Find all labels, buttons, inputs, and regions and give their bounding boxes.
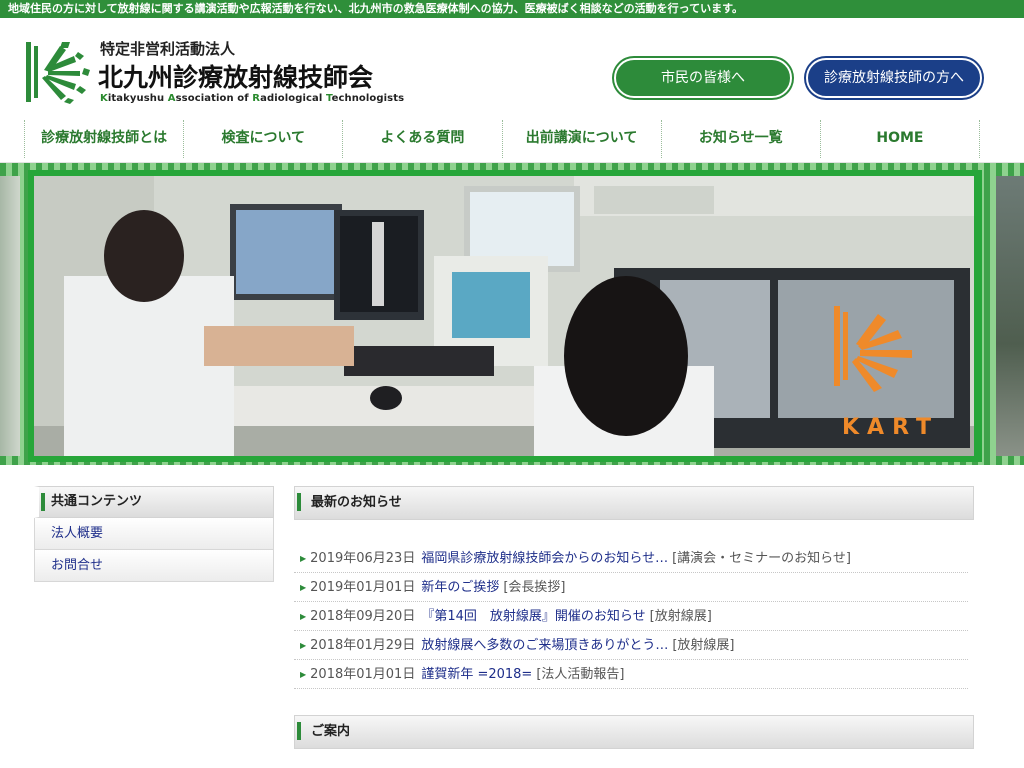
technologist-button[interactable]: 診療放射線技師の方へ: [806, 58, 982, 98]
news-title-link[interactable]: 謹賀新年 =2018=: [421, 667, 532, 682]
kart-logo-icon[interactable]: [22, 40, 92, 104]
triangle-right-icon: ▶: [300, 612, 307, 621]
nav-home[interactable]: HOME: [819, 120, 981, 158]
hero-illustration: KART: [34, 176, 974, 456]
news-list: ▶ 2019年06月23日 福岡県診療放射線技師会からのお知らせ… [講演会・セミナー…: [294, 544, 968, 689]
news-date: 2019年01月01日: [310, 580, 416, 595]
list-item: ▶ 2018年09月20日 『第14回 放射線展』開催のお知らせ [放射線展]: [294, 602, 968, 631]
news-date: 2019年06月23日: [310, 551, 416, 566]
kart-logo-text: KART: [842, 415, 939, 440]
list-item: ▶ 2019年06月23日 福岡県診療放射線技師会からのお知らせ… [講演会・セミナー…: [294, 544, 968, 573]
news-title-link[interactable]: 新年のご挨拶: [421, 580, 499, 595]
nav-lectures[interactable]: 出前講演について: [501, 120, 661, 158]
news-title-link[interactable]: 『第14回 放射線展』開催のお知らせ: [421, 609, 645, 624]
hero-next-slide: [996, 176, 1024, 456]
nav-faq[interactable]: よくある質問: [342, 120, 501, 158]
triangle-right-icon: ▶: [300, 670, 307, 679]
site-header: 特定非営利活動法人 北九州診療放射線技師会 Kitakyushu Associa…: [0, 18, 1024, 118]
news-title-link[interactable]: 放射線展へ多数のご来場頂きありがとう…: [421, 638, 668, 653]
hero-image: KART: [34, 176, 974, 456]
sidebar: 共通コンテンツ 法人概要 お問合せ: [34, 486, 274, 582]
nav-about-technologists[interactable]: 診療放射線技師とは: [24, 120, 183, 158]
news-title-link[interactable]: 福岡県診療放射線技師会からのお知らせ…: [421, 551, 668, 566]
news-date: 2018年09月20日: [310, 609, 416, 624]
top-banner: 地域住民の方に対して放射線に関する講演活動や広報活動を行ない、北九州市の救急医療…: [0, 0, 1024, 18]
sidebar-heading: 共通コンテンツ: [34, 486, 274, 518]
triangle-right-icon: ▶: [300, 583, 307, 592]
news-category: [講演会・セミナーのお知らせ]: [672, 551, 851, 566]
nav-examinations[interactable]: 検査について: [183, 120, 342, 158]
nav-news-list[interactable]: お知らせ一覧: [660, 120, 820, 158]
sidebar-item-corporate-overview[interactable]: 法人概要: [34, 518, 274, 550]
org-type: 特定非営利活動法人: [100, 40, 236, 58]
sidebar-item-contact[interactable]: お問合せ: [34, 550, 274, 582]
news-category: [放射線展]: [672, 638, 735, 653]
list-item: ▶ 2019年01月01日 新年のご挨拶 [会長挨拶]: [294, 573, 968, 602]
org-name[interactable]: 北九州診療放射線技師会: [98, 58, 373, 94]
guide-heading: ご案内: [294, 715, 974, 749]
news-category: [放射線展]: [649, 609, 712, 624]
news-date: 2018年01月01日: [310, 667, 416, 682]
news-heading: 最新のお知らせ: [294, 486, 974, 520]
hero-prev-slide: [0, 176, 20, 456]
news-category: [会長挨拶]: [503, 580, 566, 595]
triangle-right-icon: ▶: [300, 554, 307, 563]
global-nav: 診療放射線技師とは 検査について よくある質問 出前講演について お知らせ一覧 …: [24, 120, 981, 158]
citizen-button[interactable]: 市民の皆様へ: [614, 58, 792, 98]
news-date: 2018年01月29日: [310, 638, 416, 653]
news-category: [法人活動報告]: [536, 667, 625, 682]
list-item: ▶ 2018年01月01日 謹賀新年 =2018= [法人活動報告]: [294, 660, 968, 689]
main-content: 最新のお知らせ ▶ 2019年06月23日 福岡県診療放射線技師会からのお知らせ…[…: [294, 486, 974, 749]
org-english-name: Kitakyushu Association of Radiological T…: [100, 93, 405, 104]
list-item: ▶ 2018年01月29日 放射線展へ多数のご来場頂きありがとう… [放射線展]: [294, 631, 968, 660]
triangle-right-icon: ▶: [300, 641, 307, 650]
